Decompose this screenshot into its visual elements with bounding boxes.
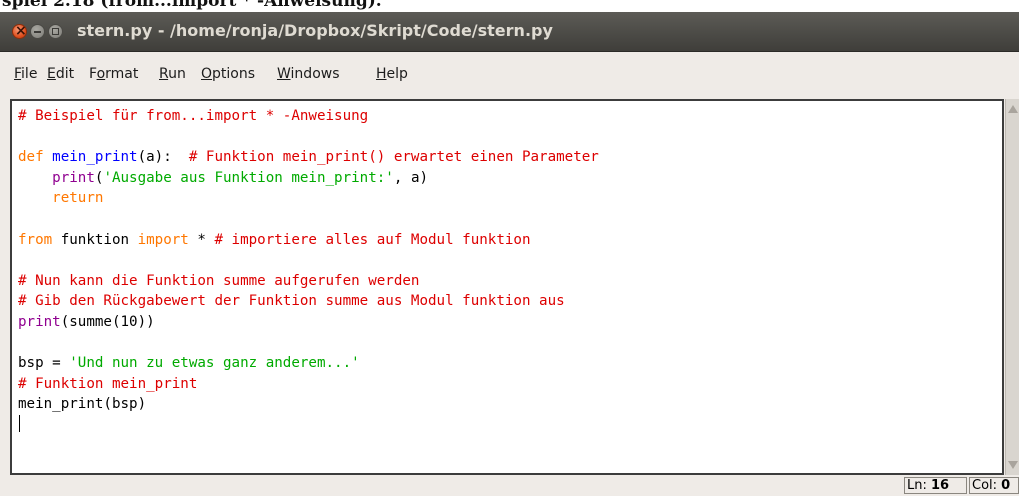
code-token: from <box>18 231 53 248</box>
code-line[interactable] <box>18 333 599 354</box>
code-line[interactable]: # Beispiel für from...import * -Anweisun… <box>18 106 599 127</box>
code-token: import <box>137 231 189 248</box>
code-token: funktion <box>52 231 138 248</box>
menu-options[interactable]: Options <box>201 66 255 82</box>
code-token: def <box>18 149 44 166</box>
code-token: mein_print <box>52 149 138 166</box>
code-token: # Nun kann die Funktion summe aufgerufen… <box>18 272 420 289</box>
code-token: mein_print(bsp) <box>18 396 147 413</box>
menu-help[interactable]: Help <box>376 66 408 82</box>
code-line[interactable]: # Gib den Rückgabewert der Funktion summ… <box>18 291 599 312</box>
code-line[interactable]: from funktion import * # importiere alle… <box>18 230 599 251</box>
code-token: return <box>52 190 104 207</box>
menu-bar: File Edit Format Run Options Windows Hel… <box>0 52 1019 98</box>
code-token: print <box>18 313 61 330</box>
code-token: # Gib den Rückgabewert der Funktion summ… <box>18 293 565 310</box>
code-line[interactable]: def mein_print(a): # Funktion mein_print… <box>18 147 599 168</box>
scroll-down-arrow-icon[interactable] <box>1008 461 1018 469</box>
title-bar[interactable]: stern.py - /home/ronja/Dropbox/Skript/Co… <box>0 12 1019 52</box>
code-token: (summe(10)) <box>60 313 155 330</box>
code-line[interactable]: bsp = 'Und nun zu etwas ganz anderem...' <box>18 353 599 374</box>
code-line[interactable]: # Nun kann die Funktion summe aufgerufen… <box>18 271 599 292</box>
code-line[interactable] <box>18 127 599 148</box>
code-editor[interactable]: # Beispiel für from...import * -Anweisun… <box>10 99 1004 475</box>
code-token: 'Ausgabe aus Funktion mein_print:' <box>103 169 394 186</box>
scroll-up-arrow-icon[interactable] <box>1008 105 1018 113</box>
code-line[interactable]: return <box>18 188 599 209</box>
code-line[interactable]: print(summe(10)) <box>18 312 599 333</box>
menu-run[interactable]: Run <box>159 66 186 82</box>
close-icon[interactable] <box>12 21 27 41</box>
menu-format[interactable]: Format <box>89 66 138 82</box>
minimize-icon[interactable] <box>30 24 45 39</box>
idle-editor-window: stern.py - /home/ronja/Dropbox/Skript/Co… <box>0 12 1019 496</box>
code-line[interactable] <box>18 250 599 271</box>
code-line[interactable]: mein_print(bsp) <box>18 394 599 415</box>
code-line[interactable]: # Funktion mein_print <box>18 374 599 395</box>
maximize-icon[interactable] <box>48 24 63 39</box>
code-token: bsp = <box>18 355 70 372</box>
menu-edit[interactable]: Edit <box>47 66 74 82</box>
status-bar: Ln: 16 Col: 0 <box>0 475 1019 496</box>
menu-file[interactable]: File <box>14 66 37 82</box>
code-token: 'Und nun zu etwas ganz anderem...' <box>69 355 360 372</box>
menu-windows[interactable]: Windows <box>277 66 340 82</box>
code-token: (a): <box>137 149 189 166</box>
column-number-indicator: Col: 0 <box>969 477 1019 494</box>
vertical-scrollbar[interactable] <box>1005 99 1019 475</box>
code-token: , a) <box>393 169 429 186</box>
code-line[interactable] <box>18 209 599 230</box>
code-token: # Funktion mein_print <box>18 375 198 392</box>
code-text[interactable]: # Beispiel für from...import * -Anweisun… <box>18 106 599 436</box>
code-token: # Funktion mein_print() erwartet einen P… <box>188 149 599 166</box>
code-token: print <box>52 169 95 186</box>
code-line[interactable] <box>18 414 599 436</box>
text-cursor <box>19 414 20 432</box>
code-token: * <box>188 231 215 248</box>
page-caption-text: spiel 2.18 (from...import * -Anweisung). <box>2 0 382 11</box>
line-number-indicator: Ln: 16 <box>904 477 967 494</box>
code-line[interactable]: print('Ausgabe aus Funktion mein_print:'… <box>18 168 599 189</box>
page-caption-fragment: spiel 2.18 (from...import * -Anweisung). <box>0 0 1019 12</box>
code-token: # Beispiel für from...import * -Anweisun… <box>18 108 369 124</box>
code-token: # importiere alles auf Modul funktion <box>214 231 531 248</box>
window-title: stern.py - /home/ronja/Dropbox/Skript/Co… <box>77 21 553 40</box>
